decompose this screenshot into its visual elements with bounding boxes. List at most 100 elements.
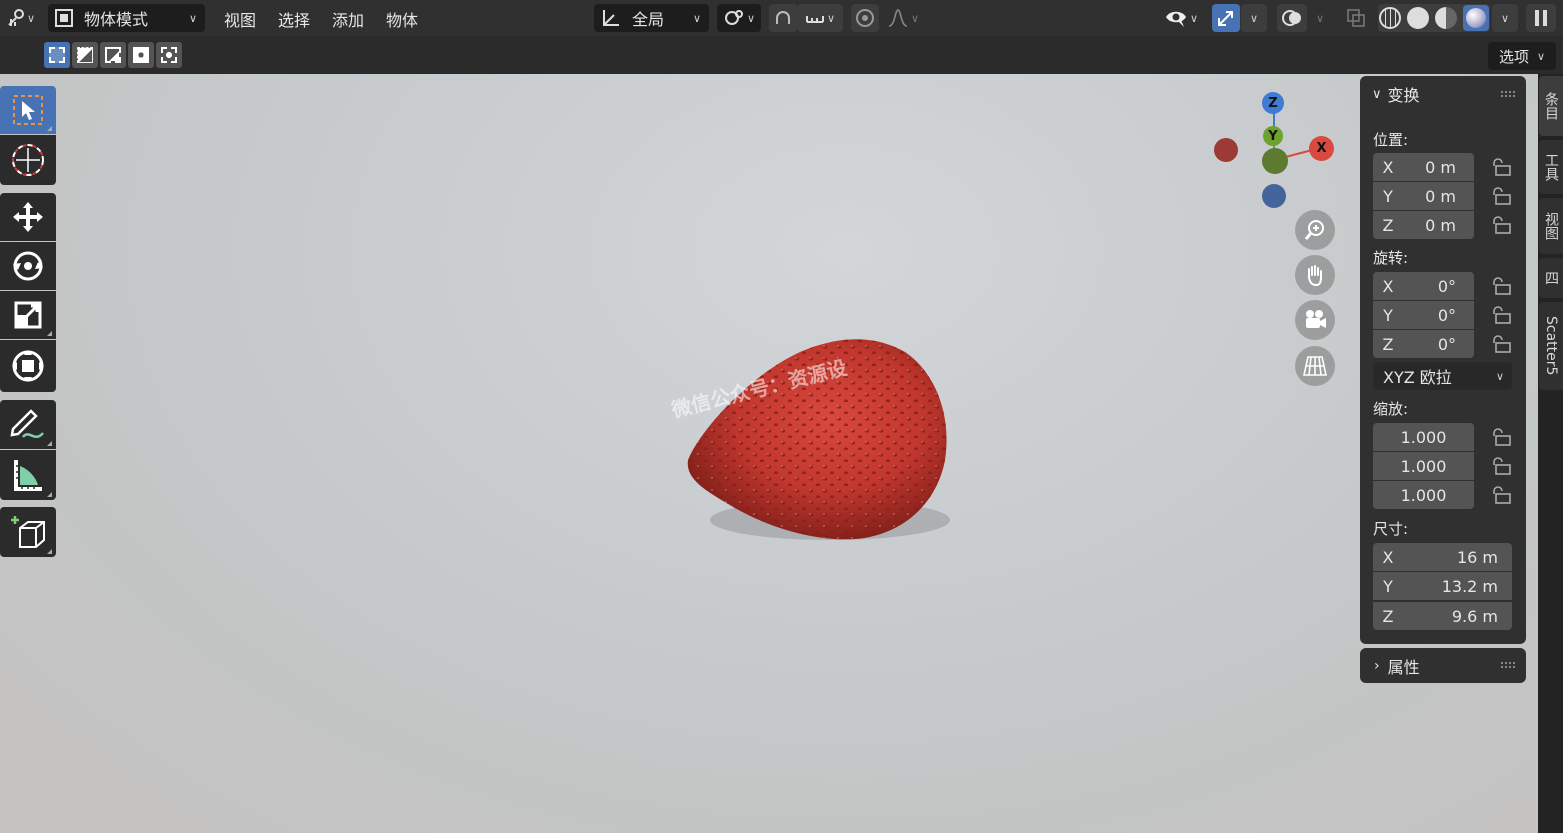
gizmo-y-axis[interactable]: Y	[1263, 126, 1283, 146]
lock-location-y-icon[interactable]	[1490, 187, 1512, 205]
proportional-edit-toggle[interactable]	[851, 4, 879, 32]
scale-y-field[interactable]: 1.000	[1373, 452, 1474, 480]
rotation-x-field[interactable]: X 0°	[1373, 272, 1474, 300]
xray-toggle[interactable]	[1342, 4, 1370, 32]
select-new-icon[interactable]	[44, 42, 70, 68]
select-subtract-icon[interactable]	[100, 42, 126, 68]
select-extend-icon[interactable]	[72, 42, 98, 68]
chevron-down-icon: ∨	[1372, 86, 1382, 102]
dimension-z-field[interactable]: Z 9.6 m	[1373, 602, 1512, 630]
location-x-field[interactable]: X0 m	[1373, 153, 1474, 181]
material-shading-icon[interactable]	[1435, 7, 1457, 29]
transform-title: 变换	[1387, 86, 1420, 105]
lock-location-x-icon[interactable]	[1490, 158, 1512, 176]
overlays-toggle[interactable]	[1277, 4, 1307, 32]
snap-increment-icon	[805, 16, 824, 23]
overlays-dropdown[interactable]: ∨	[1308, 4, 1332, 32]
rotation-mode-label: XYZ 欧拉	[1383, 368, 1452, 387]
camera-view-icon[interactable]	[1295, 300, 1335, 340]
gizmo-neg-x-dot[interactable]	[1214, 138, 1238, 162]
snap-target-dropdown[interactable]: ∨	[797, 4, 843, 32]
annotate-tool[interactable]	[0, 400, 56, 449]
options-label: 选项	[1498, 47, 1529, 66]
rotation-y-field[interactable]: Y 0°	[1373, 301, 1474, 329]
lock-rotation-z-icon[interactable]	[1490, 335, 1512, 353]
pivot-dropdown[interactable]: ∨	[717, 4, 761, 32]
select-intersect-icon[interactable]	[156, 42, 182, 68]
transform-icon	[12, 350, 44, 382]
3d-viewport[interactable]: 微信公众号：资源设 Z Y X	[0, 0, 1538, 833]
lock-location-z-icon[interactable]	[1490, 216, 1512, 234]
select-difference-icon[interactable]	[128, 42, 154, 68]
location-z-field[interactable]: Z0 m	[1373, 211, 1474, 239]
lock-scale-z-icon[interactable]	[1490, 486, 1512, 504]
gizmo-x-axis[interactable]: X	[1309, 136, 1334, 161]
gizmo-dropdown[interactable]: ∨	[1241, 4, 1267, 32]
menu-view[interactable]: 视图	[224, 7, 256, 31]
lock-scale-y-icon[interactable]	[1490, 457, 1512, 475]
measure-ruler-icon	[14, 460, 42, 491]
gizmo-neg-z-dot[interactable]	[1262, 184, 1286, 208]
gizmo-toggle[interactable]	[1212, 4, 1240, 32]
options-dropdown[interactable]: 选项 ∨	[1488, 42, 1556, 70]
lock-scale-x-icon[interactable]	[1490, 428, 1512, 446]
tool-settings-bar: 选项 ∨	[0, 36, 1563, 74]
cursor-tool[interactable]	[0, 135, 56, 185]
gizmo-neg-y-dot[interactable]	[1262, 148, 1288, 174]
dimension-x-field[interactable]: X 16 m	[1373, 543, 1512, 571]
menu-object[interactable]: 物体	[386, 7, 418, 31]
ortho-grid-icon[interactable]	[1295, 346, 1335, 386]
wireframe-shading-icon[interactable]	[1379, 7, 1401, 29]
transform-orientation-icon	[603, 10, 619, 26]
falloff-dropdown[interactable]: ∨	[881, 4, 925, 32]
transform-tool[interactable]	[0, 340, 56, 392]
menu-select[interactable]: 选择	[278, 7, 310, 31]
magnet-icon	[776, 11, 790, 24]
falloff-curve-icon	[888, 9, 908, 27]
tab-tool[interactable]: 工具	[1539, 140, 1563, 194]
menu-add[interactable]: 添加	[332, 7, 364, 31]
viewport-header: ∨ 物体模式 ∨ 视图 选择 添加 物体 全局 ∨ ∨ ∨ ∨ ∨ ∨ ∨ ∨	[0, 0, 1563, 36]
select-box-tool[interactable]	[0, 86, 56, 134]
tab-four[interactable]: 四	[1539, 258, 1563, 298]
measure-tool[interactable]	[0, 450, 56, 500]
shading-dropdown[interactable]: ∨	[1492, 4, 1518, 32]
lock-rotation-x-icon[interactable]	[1490, 277, 1512, 295]
tab-view[interactable]: 视图	[1539, 198, 1563, 254]
scale-tool[interactable]	[0, 291, 56, 339]
properties-panel-header[interactable]: › 属性	[1360, 648, 1526, 683]
zoom-icon[interactable]	[1295, 210, 1335, 250]
shading-group	[1378, 4, 1490, 32]
snap-toggle[interactable]	[769, 4, 797, 32]
proportional-edit-icon	[856, 9, 874, 27]
pivot-point-icon	[724, 10, 743, 25]
pause-render-button[interactable]	[1526, 4, 1556, 32]
add-cube-tool[interactable]	[0, 507, 56, 557]
scale-x-field[interactable]: 1.000	[1373, 423, 1474, 451]
mode-dropdown[interactable]: 物体模式 ∨	[48, 4, 205, 32]
orientation-dropdown[interactable]: 全局 ∨	[594, 4, 709, 32]
visibility-dropdown[interactable]: ∨	[1158, 4, 1204, 32]
solid-shading-icon[interactable]	[1407, 7, 1429, 29]
rendered-shading-icon[interactable]	[1463, 5, 1489, 31]
pause-icon	[1535, 10, 1547, 26]
drag-grip-icon[interactable]	[1500, 661, 1516, 669]
dimension-y-field[interactable]: Y 13.2 m	[1373, 572, 1512, 600]
rotation-mode-dropdown[interactable]: XYZ 欧拉 ∨	[1373, 362, 1512, 390]
gizmo-z-axis[interactable]: Z	[1262, 92, 1284, 114]
lock-rotation-y-icon[interactable]	[1490, 306, 1512, 324]
move-tool[interactable]	[0, 193, 56, 241]
xray-icon	[1347, 9, 1365, 27]
pan-hand-icon[interactable]	[1295, 255, 1335, 295]
location-y-field[interactable]: Y0 m	[1373, 182, 1474, 210]
scale-z-field[interactable]: 1.000	[1373, 481, 1474, 509]
transform-panel-header[interactable]: ∨ 变换	[1360, 76, 1526, 112]
drag-grip-icon[interactable]	[1500, 90, 1516, 98]
rotation-z-field[interactable]: Z 0°	[1373, 330, 1474, 358]
scale-label: 缩放:	[1373, 400, 1409, 418]
tab-item[interactable]: 条目	[1539, 76, 1563, 136]
add-cube-icon	[11, 516, 45, 548]
editor-type-button[interactable]: ∨	[2, 4, 40, 32]
rotate-tool[interactable]	[0, 242, 56, 290]
tab-scatter5[interactable]: Scatter5	[1539, 302, 1563, 390]
